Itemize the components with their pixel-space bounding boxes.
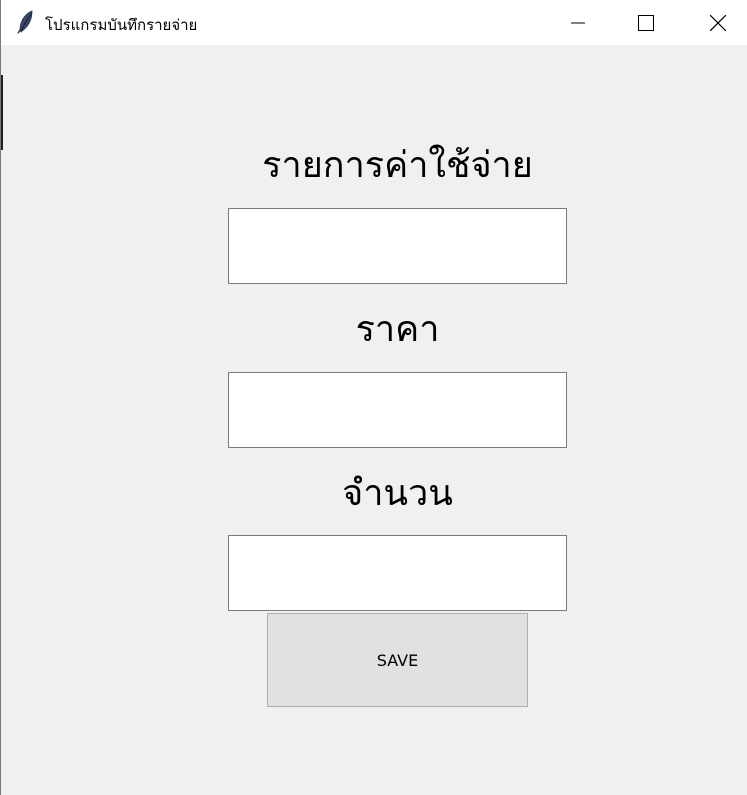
window-title: โปรแกรมบันทึกรายจ่าย bbox=[45, 16, 198, 34]
quantity-label: จำนวน bbox=[342, 473, 453, 514]
title-bar[interactable]: โปรแกรมบันทึกรายจ่าย bbox=[1, 0, 747, 45]
price-input[interactable] bbox=[228, 372, 567, 448]
feather-icon bbox=[17, 10, 35, 34]
price-label: ราคา bbox=[355, 309, 440, 350]
window-edge bbox=[1, 75, 3, 150]
close-button[interactable] bbox=[695, 0, 741, 45]
maximize-icon bbox=[638, 14, 654, 31]
minimize-icon bbox=[571, 16, 585, 30]
maximize-button[interactable] bbox=[623, 0, 669, 45]
quantity-input[interactable] bbox=[228, 535, 567, 611]
save-button-label: SAVE bbox=[376, 650, 419, 670]
expense-item-label: รายการค่าใช้จ่าย bbox=[262, 145, 533, 186]
close-icon bbox=[710, 14, 726, 31]
app-window: โปรแกรมบันทึกรายจ่าย รายการค่าใช้จ่าย รา… bbox=[0, 0, 747, 795]
minimize-button[interactable] bbox=[555, 0, 601, 45]
expense-item-input[interactable] bbox=[228, 208, 567, 284]
save-button[interactable]: SAVE bbox=[267, 613, 528, 707]
